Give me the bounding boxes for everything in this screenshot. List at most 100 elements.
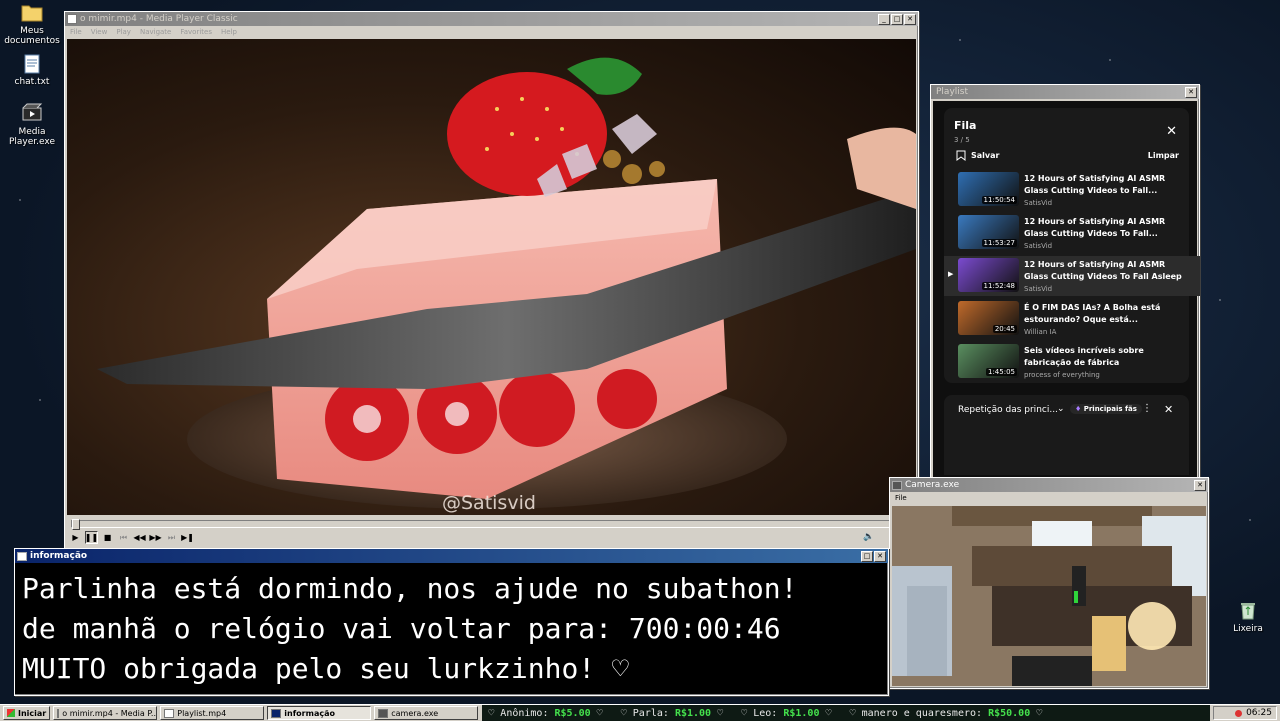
desktop-icon-label: Lixeira [1233, 624, 1263, 634]
bookmark-icon [956, 150, 966, 161]
video-thumbnail: 20:45 [958, 301, 1019, 335]
chevron-down-icon[interactable]: ⌄ [1057, 404, 1065, 414]
media-player-icon [21, 103, 43, 125]
app-icon [378, 708, 389, 718]
mix-label[interactable]: Repetição das princi... [958, 405, 1058, 415]
menu-help[interactable]: Help [221, 28, 237, 36]
playlist-titlebar[interactable]: Playlist ✕ [931, 85, 1199, 99]
queue-item[interactable]: 1:45:05 Seis vídeos incríveis sobre fabri… [956, 342, 1188, 382]
menu-play[interactable]: Play [116, 28, 131, 36]
mix-panel: Repetição das princi... ⌄ ♦ Principais f… [944, 395, 1189, 475]
info-line: de manhã o relógio vai voltar para: 700:… [22, 612, 781, 645]
menu-navigate[interactable]: Navigate [140, 28, 171, 36]
close-button[interactable]: ✕ [874, 550, 886, 562]
rewind-icon[interactable]: ◀◀ [133, 531, 146, 544]
info-app-icon [17, 551, 27, 561]
camera-app-icon [892, 480, 902, 490]
frame-step-icon[interactable]: ▶❚ [181, 531, 194, 544]
volume-icon[interactable]: 🔈 [863, 532, 874, 542]
video-thumbnail: 11:50:54 [958, 172, 1019, 206]
video-duration: 20:45 [992, 325, 1017, 333]
channel-name: SatisVid [1024, 242, 1053, 250]
task-playlist[interactable]: Playlist.mp4 [160, 706, 265, 720]
close-button[interactable]: ✕ [904, 13, 916, 25]
task-informacao[interactable]: informação [267, 706, 372, 720]
close-icon[interactable]: ✕ [1166, 124, 1177, 139]
desktop-icon-label: chat.txt [14, 77, 50, 87]
heart-icon: ♡ ♡ [819, 707, 862, 719]
desktop-icon-documents[interactable]: Meus documentos [0, 2, 64, 46]
minimize-button[interactable]: _ [878, 13, 890, 25]
save-label: Salvar [971, 151, 1000, 160]
desktop: Meus documentos chat.txt Media Player.ex… [0, 0, 1280, 704]
tray-icon[interactable] [1235, 709, 1243, 717]
task-media-player[interactable]: o mimir.mp4 - Media P... [53, 706, 158, 720]
task-label: Playlist.mp4 [177, 708, 227, 718]
maximize-button[interactable]: □ [891, 13, 903, 25]
camera-titlebar[interactable]: Camera.exe ✕ [890, 478, 1208, 492]
play-icon[interactable]: ▶ [69, 531, 82, 544]
pause-icon[interactable]: ❚❚ [85, 531, 98, 544]
video-thumbnail: 1:45:05 [958, 344, 1019, 378]
desktop-icon-label: Meus documentos [4, 26, 60, 46]
window-title: o mimir.mp4 - Media Player Classic [80, 14, 238, 24]
start-label: Iniciar [18, 708, 47, 718]
task-label: o mimir.mp4 - Media P... [62, 708, 158, 718]
seek-thumb[interactable] [72, 519, 80, 530]
menu-view[interactable]: View [91, 28, 108, 36]
mix-badge[interactable]: ♦ Principais fãs [1070, 404, 1142, 414]
donor-name: manero e quaresmero: [861, 707, 983, 719]
close-button[interactable]: ✕ [1185, 86, 1197, 98]
info-titlebar[interactable]: informação □ ✕ [15, 549, 888, 563]
queue-item[interactable]: 11:50:54 12 Hours of Satisfying AI ASMR G… [956, 170, 1188, 210]
player-menubar: File View Play Navigate Favorites Help [65, 26, 918, 38]
donation-amount: R$5.00 [554, 707, 591, 719]
channel-name: Willian IA [1024, 328, 1057, 336]
mix-badge-label: Principais fãs [1083, 405, 1137, 413]
donation-amount: R$50.00 [988, 707, 1031, 719]
donor-name: Anônimo: [500, 707, 549, 719]
queue-item[interactable]: ▶ 11:52:48 12 Hours of Satisfying AI ASMR … [944, 256, 1200, 296]
info-window: informação □ ✕ Parlinha está dormindo, n… [14, 548, 889, 696]
seek-bar[interactable] [71, 519, 913, 530]
app-icon [67, 14, 77, 24]
skip-forward-icon[interactable]: ⏭ [165, 531, 178, 544]
heart-icon: ♡ [488, 707, 501, 719]
folder-icon [21, 2, 43, 24]
video-image [97, 57, 916, 509]
player-controls: ▶ ❚❚ ■ ⏮ ◀◀ ▶▶ ⏭ ▶❚ [69, 531, 194, 544]
close-icon[interactable]: ✕ [1164, 403, 1173, 416]
desktop-icon-chat[interactable]: chat.txt [0, 53, 64, 87]
desktop-icon-recycle-bin[interactable]: Lixeira [1216, 600, 1280, 634]
recycle-bin-icon [1237, 600, 1259, 622]
video-frame: @Satisvid [67, 39, 916, 515]
stop-icon[interactable]: ■ [101, 531, 114, 544]
start-button[interactable]: Iniciar [3, 706, 51, 720]
queue-heading: Fila [954, 119, 977, 132]
fast-forward-icon[interactable]: ▶▶ [149, 531, 162, 544]
notepad-icon [21, 53, 43, 75]
heart-icon: ♡ ♡ [711, 707, 754, 719]
taskbar: Iniciar o mimir.mp4 - Media P... Playlis… [0, 704, 1280, 721]
skip-back-icon[interactable]: ⏮ [117, 531, 130, 544]
clear-button[interactable]: Limpar [1148, 151, 1179, 160]
channel-name: SatisVid [1024, 285, 1053, 293]
menu-file[interactable]: File [895, 494, 907, 502]
queue-item[interactable]: 20:45 É O FIM DAS IAs? A Bolha está estou… [956, 299, 1188, 339]
video-duration: 11:50:54 [981, 196, 1017, 204]
window-title: Camera.exe [905, 480, 960, 490]
player-titlebar[interactable]: o mimir.mp4 - Media Player Classic _ □ ✕ [65, 12, 918, 26]
app-icon [57, 708, 60, 718]
close-button[interactable]: ✕ [1194, 479, 1206, 491]
app-icon [164, 708, 175, 718]
save-button[interactable]: Salvar [956, 150, 999, 161]
menu-favorites[interactable]: Favorites [180, 28, 212, 36]
task-camera[interactable]: camera.exe [374, 706, 479, 720]
maximize-button[interactable]: □ [861, 550, 873, 562]
menu-file[interactable]: File [70, 28, 82, 36]
more-options-icon[interactable]: ⋮ [1142, 403, 1152, 414]
video-title: 12 Hours of Satisfying AI ASMR Glass Cut… [1024, 174, 1166, 195]
desktop-icon-media-player[interactable]: Media Player.exe [0, 103, 64, 147]
queue-item[interactable]: 11:53:27 12 Hours of Satisfying AI ASMR G… [956, 213, 1188, 253]
queue-panel: Fila 3 / 5 ✕ Salvar Limpar 11:50:54 12 Ho… [944, 108, 1200, 383]
